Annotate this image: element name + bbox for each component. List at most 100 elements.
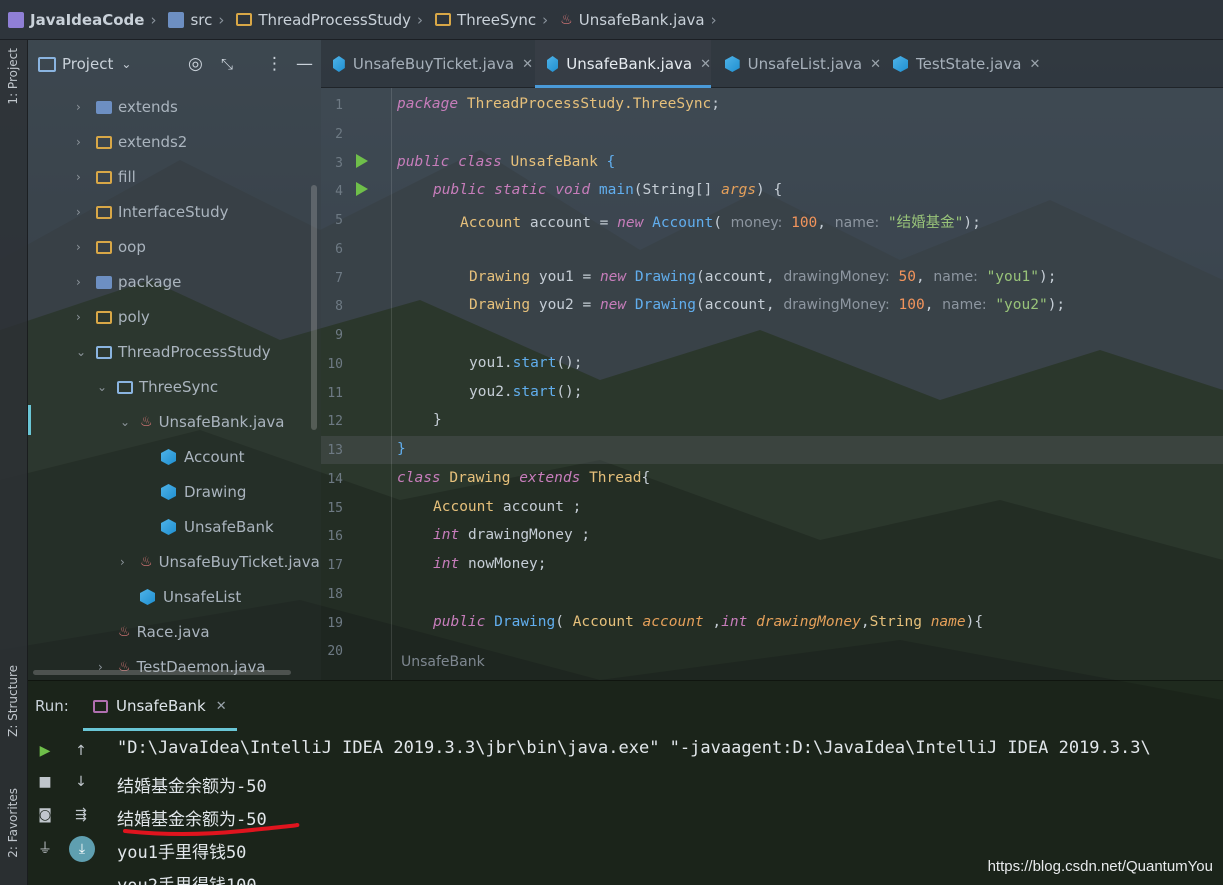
tab-unsafebuyticket[interactable]: UnsafeBuyTicket.java ✕ — [321, 40, 533, 88]
project-tool-button[interactable]: 1: Project — [6, 48, 20, 105]
tree-item-fill[interactable]: › fill — [76, 162, 136, 192]
close-icon[interactable]: ✕ — [216, 699, 227, 714]
tree-item-unsafelist[interactable]: UnsafeList — [140, 582, 241, 612]
tree-item-extends2[interactable]: › extends2 — [76, 127, 187, 157]
code-text: account = — [529, 215, 618, 231]
run-panel: Run: UnsafeBank ✕ ▶ ■ ◙ ⏚ ↑ ↓ ⇶ ⤓ "D:\Ja… — [28, 680, 1223, 885]
punctuation: ) { — [756, 182, 783, 198]
code-line: public Drawing( Account account ,int dra… — [433, 614, 983, 630]
tree-item-threadprocessstudy[interactable]: ⌄ ThreadProcessStudy — [76, 337, 271, 367]
package-icon — [96, 310, 112, 324]
tree-item-oop[interactable]: › oop — [76, 232, 146, 262]
tree-item-label: extends2 — [118, 133, 188, 151]
tree-item-extends[interactable]: › extends — [76, 92, 178, 122]
horizontal-scrollbar[interactable] — [33, 670, 291, 675]
tab-unsafelist[interactable]: UnsafeList.java ✕ — [713, 40, 881, 88]
collapse-icon[interactable]: ⤡ — [221, 55, 233, 73]
tree-item-drawing[interactable]: Drawing — [161, 477, 246, 507]
breadcrumb-src[interactable]: src › — [168, 11, 232, 29]
tree-item-package[interactable]: › package — [76, 267, 181, 297]
more-options-icon[interactable]: ⋮ — [266, 54, 283, 74]
chevron-right-icon: › — [76, 100, 81, 114]
plug-icon[interactable]: ⏚ — [35, 838, 55, 858]
close-icon[interactable]: ✕ — [1029, 57, 1040, 72]
code-editor[interactable]: 1 2 3 4 5 6 7 8 9 10 11 12 13 14 15 16 1… — [321, 88, 1223, 680]
line-number: 12 — [327, 414, 343, 429]
constructor-name: Drawing — [634, 269, 696, 285]
punctuation: ); — [1047, 297, 1066, 313]
line-number: 15 — [327, 501, 343, 516]
package-icon — [96, 205, 112, 219]
run-gutter-icon[interactable] — [356, 154, 368, 168]
code-line: package ThreadProcessStudy.ThreeSync; — [397, 96, 720, 112]
hide-panel-icon[interactable]: — — [296, 54, 313, 74]
watermark: https://blog.csdn.net/QuantumYou — [987, 858, 1213, 875]
tree-item-unsafebank-java[interactable]: ⌄ ♨ UnsafeBank.java — [120, 407, 284, 437]
breadcrumb-threadprocessstudy[interactable]: ThreadProcessStudy › — [236, 11, 431, 29]
structure-tool-button[interactable]: Z: Structure — [6, 665, 20, 737]
code-text: account ; — [502, 499, 582, 515]
keyword: new — [599, 297, 627, 313]
tree-item-threesync[interactable]: ⌄ ThreeSync — [97, 372, 218, 402]
console-line: 结婚基金余额为-50 — [117, 777, 267, 797]
chevron-right-icon: › — [218, 10, 225, 29]
stop-icon[interactable]: ■ — [35, 772, 55, 792]
arrow-down-icon[interactable]: ↓ — [71, 772, 91, 792]
chevron-down-icon[interactable]: ⌄ — [121, 57, 131, 71]
locate-icon[interactable]: ◎ — [188, 54, 203, 74]
line-number: 16 — [327, 529, 343, 544]
type-name: Drawing — [469, 269, 531, 285]
breadcrumb-threadprocessstudy-label: ThreadProcessStudy — [258, 10, 412, 29]
method-name: start — [512, 384, 557, 400]
tree-item-label: fill — [118, 168, 136, 186]
chevron-right-icon: › — [76, 310, 81, 324]
tree-item-race-java[interactable]: ♨ Race.java — [118, 617, 210, 647]
scroll-to-end-icon[interactable]: ⤓ — [69, 836, 95, 862]
tree-item-unsafebank[interactable]: UnsafeBank — [161, 512, 274, 542]
run-panel-header: Run: UnsafeBank ✕ — [28, 681, 1223, 731]
punctuation: ){ — [965, 614, 984, 630]
arrow-up-icon[interactable]: ↑ — [71, 741, 91, 761]
rerun-icon[interactable]: ▶ — [35, 741, 55, 761]
keyword: public static void — [433, 182, 591, 198]
favorites-tool-button[interactable]: 2: Favorites — [6, 788, 20, 858]
line-number: 14 — [327, 472, 343, 487]
tree-item-poly[interactable]: › poly — [76, 302, 150, 332]
line-number: 18 — [327, 587, 343, 602]
camera-icon[interactable]: ◙ — [35, 805, 55, 825]
editor-breadcrumb[interactable]: UnsafeBank — [401, 654, 485, 670]
tree-item-interfacestudy[interactable]: › InterfaceStudy — [76, 197, 228, 227]
code-line: Account account = new Account( money: 10… — [460, 211, 981, 232]
java-file-icon: ♨ — [140, 554, 153, 570]
close-icon[interactable]: ✕ — [870, 57, 881, 72]
vertical-scrollbar[interactable] — [311, 185, 317, 430]
breadcrumb-project[interactable]: JavaIdeaCode › — [8, 11, 164, 29]
number-literal: 100 — [791, 215, 818, 231]
close-icon[interactable]: ✕ — [700, 57, 711, 72]
tree-item-unsafebuyticket-java[interactable]: › ♨ UnsafeBuyTicket.java — [120, 547, 320, 577]
breadcrumb-file-label: UnsafeBank.java — [578, 10, 705, 29]
console-line: "D:\JavaIdea\IntelliJ IDEA 2019.3.3\jbr\… — [117, 738, 1151, 758]
run-tab-unsafebank[interactable]: UnsafeBank ✕ — [83, 681, 237, 731]
tree-item-account[interactable]: Account — [161, 442, 245, 472]
breadcrumb-threesync[interactable]: ThreeSync › — [435, 11, 556, 29]
folder-icon — [96, 100, 112, 114]
project-view-icon — [38, 56, 56, 72]
close-icon[interactable]: ✕ — [522, 57, 533, 72]
tab-teststate[interactable]: TestState.java ✕ — [881, 40, 1041, 88]
tree-item-testdaemon-java[interactable]: › ♨ TestDaemon.java — [98, 652, 266, 682]
class-icon — [333, 56, 345, 72]
code-line: Drawing you2 = new Drawing(account, draw… — [469, 297, 1065, 313]
constructor-name: Account — [652, 215, 714, 231]
code-line: Account account ; — [433, 499, 581, 515]
tab-unsafebank[interactable]: UnsafeBank.java ✕ — [535, 40, 711, 88]
tree-item-label: poly — [118, 308, 150, 326]
soft-wrap-icon[interactable]: ⇶ — [71, 805, 91, 825]
breadcrumb-src-label: src — [190, 10, 213, 29]
breadcrumb-file[interactable]: ♨ UnsafeBank.java › — [560, 11, 724, 29]
method-name: start — [512, 355, 557, 371]
number-literal: 100 — [898, 297, 925, 313]
project-view-selector[interactable]: Project — [62, 55, 113, 73]
punctuation: { — [641, 470, 651, 486]
run-gutter-icon[interactable] — [356, 182, 368, 196]
